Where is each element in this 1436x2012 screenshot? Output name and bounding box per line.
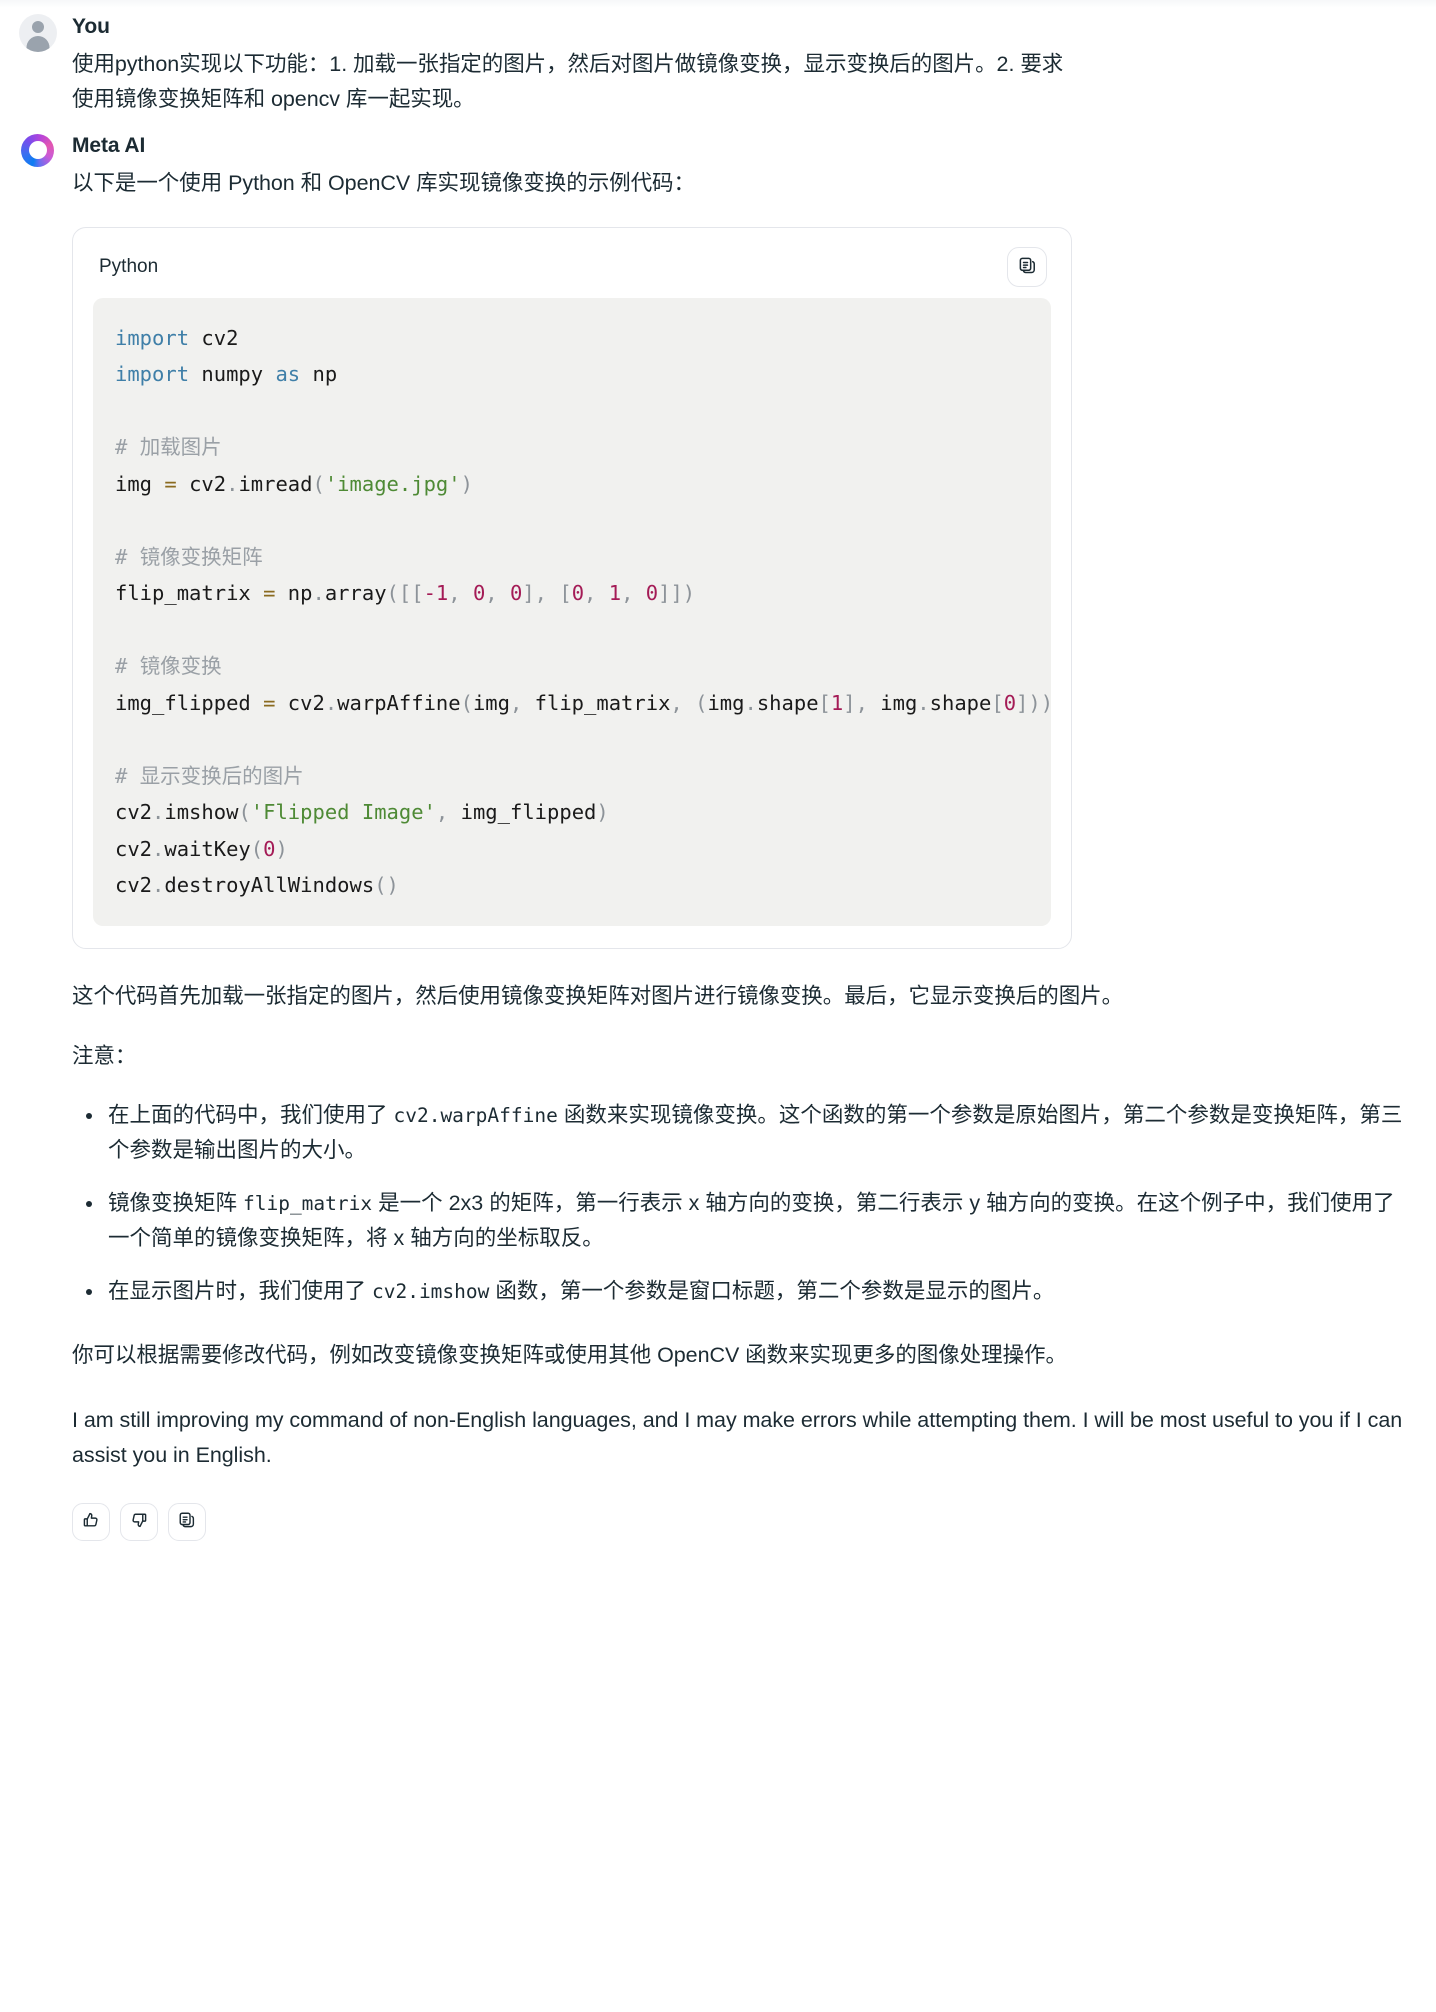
note-text-part: 镜像变换矩阵 — [108, 1190, 243, 1215]
copy-code-button[interactable] — [1007, 246, 1047, 287]
feedback-actions — [72, 1502, 1436, 1541]
sender-name-assistant: Meta AI — [72, 133, 146, 157]
list-item: 镜像变换矩阵 flip_matrix 是一个 2x3 的矩阵，第一行表示 x 轴… — [86, 1186, 1404, 1256]
user-question-text: 使用python实现以下功能：1. 加载一张指定的图片，然后对图片做镜像变换，显… — [72, 52, 1064, 112]
inline-code: cv2.imshow — [371, 1279, 490, 1303]
note-text-part: 在上面的代码中，我们使用了 — [108, 1103, 394, 1128]
meta-ai-ring-icon — [21, 133, 54, 167]
code-block-header: Python — [93, 246, 1051, 287]
assistant-closing-text: 你可以根据需要修改代码，例如改变镜像变换矩阵或使用其他 OpenCV 函数来实现… — [72, 1343, 1067, 1368]
thumbs-up-icon — [82, 1511, 100, 1532]
avatar — [19, 131, 57, 169]
copy-icon — [1018, 256, 1037, 278]
inline-code: cv2.warpAffine — [393, 1104, 558, 1128]
copy-icon — [178, 1511, 196, 1532]
chat-transcript: You 使用python实现以下功能：1. 加载一张指定的图片，然后对图片做镜像… — [0, 0, 1436, 2012]
copy-response-button[interactable] — [168, 1502, 206, 1541]
assistant-intro-text: 以下是一个使用 Python 和 OpenCV 库实现镜像变换的示例代码： — [72, 171, 695, 196]
sender-name-user: You — [72, 15, 110, 38]
thumbs-down-button[interactable] — [120, 1502, 158, 1541]
inline-code: flip_matrix — [242, 1191, 373, 1215]
code-block: Python import cv2 import numpy as np # 加… — [72, 226, 1072, 949]
note-text-part: 函数，第一个参数是窗口标题，第二个参数是显示的图片。 — [489, 1278, 1055, 1303]
code-text: import cv2 import numpy as np # 加载图片 img… — [115, 325, 1051, 898]
message-user: You 使用python实现以下功能：1. 加载一张指定的图片，然后对图片做镜像… — [0, 0, 1436, 117]
avatar — [19, 14, 57, 52]
assistant-summary-text: 这个代码首先加载一张指定的图片，然后使用镜像变换矩阵对图片进行镜像变换。最后，它… — [72, 983, 1124, 1008]
thumbs-up-button[interactable] — [72, 1502, 110, 1541]
notes-label: 注意： — [72, 1044, 137, 1069]
assistant-disclaimer-text: I am still improving my command of non-E… — [72, 1408, 1403, 1468]
notes-list: 在上面的代码中，我们使用了 cv2.warpAffine 函数来实现镜像变换。这… — [72, 1098, 1436, 1308]
list-item: 在上面的代码中，我们使用了 cv2.warpAffine 函数来实现镜像变换。这… — [86, 1098, 1404, 1168]
list-item: 在显示图片时，我们使用了 cv2.imshow 函数，第一个参数是窗口标题，第二… — [86, 1274, 1404, 1309]
code-language-label: Python — [99, 255, 159, 277]
thumbs-down-icon — [130, 1511, 148, 1532]
code-content[interactable]: import cv2 import numpy as np # 加载图片 img… — [93, 297, 1051, 926]
user-avatar-icon — [19, 14, 57, 52]
note-text-part: 在显示图片时，我们使用了 — [108, 1278, 372, 1303]
message-assistant: Meta AI 以下是一个使用 Python 和 OpenCV 库实现镜像变换的… — [0, 117, 1436, 1541]
